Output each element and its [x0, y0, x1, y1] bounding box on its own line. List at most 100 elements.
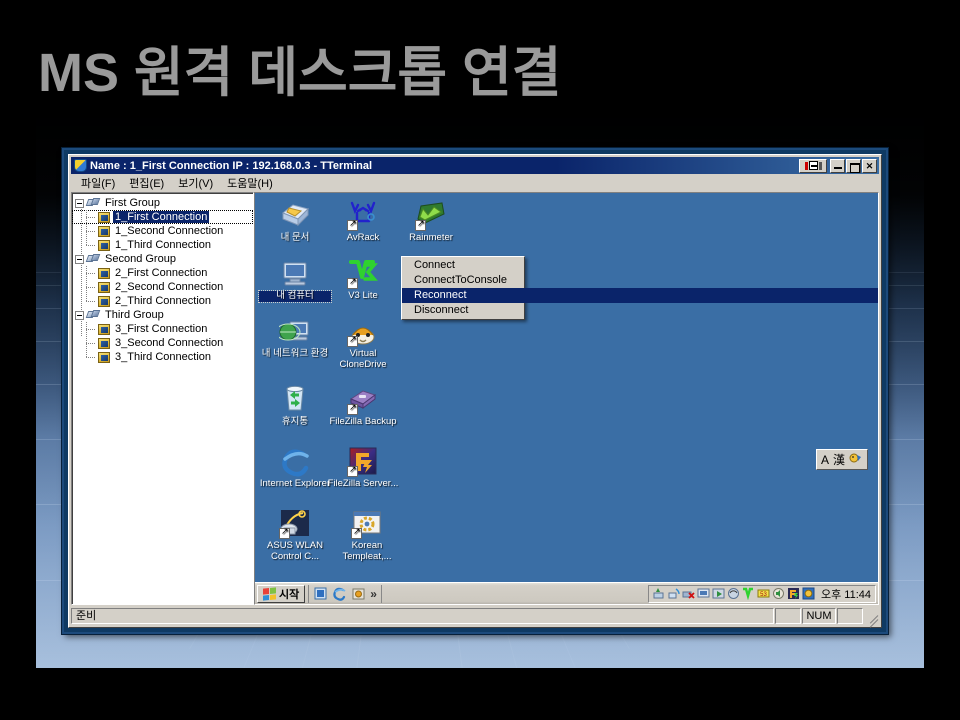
menu-edit[interactable]: 편집(E) [122, 174, 171, 192]
show-desktop-icon[interactable] [313, 586, 328, 601]
tree-connector [86, 238, 98, 252]
desktop-icon-avrack[interactable]: AvRack [327, 199, 399, 244]
desktop-icon-filezilla-backup[interactable]: FileZilla Backup [327, 383, 399, 428]
desktop-icon-label: 내 컴퓨터 [258, 290, 332, 303]
taskbar-clock[interactable]: 오후 11:44 [821, 586, 871, 602]
maximize-button[interactable] [846, 158, 861, 173]
shortcut-overlay-icon [347, 334, 358, 347]
menubar: 파일(F) 편집(E) 보기(V) 도움말(H) [71, 175, 879, 191]
connection-icon [98, 225, 110, 237]
shortcut-overlay-icon [279, 526, 290, 539]
tree-group-second[interactable]: Second Group [72, 252, 253, 266]
desktop-icon-filezilla-server[interactable]: FileZilla Server... [327, 445, 399, 490]
context-menu-item-connecttoconsole[interactable]: ConnectToConsole [402, 273, 524, 288]
connection-icon [98, 323, 110, 335]
start-button[interactable]: 시작 [257, 584, 306, 603]
network-error-icon[interactable] [682, 587, 695, 600]
minimize-button[interactable] [830, 158, 845, 173]
remote-desktop-view[interactable]: 내 문서 ↗ AvRack ↗ Rainmeter 내 컴퓨터 ↗ V3 Lit… [254, 192, 879, 605]
expand-collapse-icon[interactable] [75, 310, 84, 320]
context-menu[interactable]: Connect ConnectToConsole Reconnect Disco… [401, 256, 878, 320]
tree-item-3-second[interactable]: 3_Second Connection [72, 336, 253, 350]
status-pane-1 [775, 608, 801, 624]
v3-lite-icon[interactable] [742, 587, 755, 601]
tree-group-third[interactable]: Third Group [72, 308, 253, 322]
desktop-icon-label: V3 Lite [348, 290, 378, 301]
system-tray: 53 오후 11:44 [647, 584, 876, 603]
media-icon[interactable] [712, 587, 725, 600]
tree-item-2-third[interactable]: 2_Third Connection [72, 294, 253, 308]
menu-view[interactable]: 보기(V) [171, 174, 220, 192]
ime-pad-icon[interactable] [848, 452, 864, 468]
tree-item-1-first[interactable]: 1_First Connection [72, 210, 253, 224]
remote-desktop-surface[interactable]: 내 문서 ↗ AvRack ↗ Rainmeter 내 컴퓨터 ↗ V3 Lit… [255, 193, 878, 582]
tree-connector [86, 266, 98, 280]
window-title: Name : 1_First Connection IP : 192.168.0… [90, 159, 373, 172]
desktop-icon-asus-wlan[interactable]: ASUS WLAN Control C... [255, 507, 335, 562]
v3-lite-icon [347, 257, 379, 289]
status-text: 준비 [71, 608, 774, 624]
shortcut-overlay-icon [347, 402, 358, 415]
tree-item-label: 2_First Connection [115, 267, 208, 279]
display-icon[interactable] [697, 587, 710, 600]
tree-item-1-second[interactable]: 1_Second Connection [72, 224, 253, 238]
filezilla-icon[interactable] [787, 587, 800, 600]
expand-collapse-icon[interactable] [75, 198, 84, 208]
s3-icon[interactable]: 53 [757, 587, 770, 600]
ime-language-bar[interactable]: A 漢 [815, 449, 868, 470]
safely-remove-icon[interactable] [652, 587, 665, 600]
menu-help[interactable]: 도움말(H) [220, 174, 280, 192]
speaker-icon[interactable] [772, 587, 785, 600]
connection-icon [98, 295, 110, 307]
desktop-icon-korean-template[interactable]: Korean Templeat,... [327, 507, 407, 562]
window-body: First Group 1_First Connection 1_Second … [71, 192, 879, 605]
expand-collapse-icon[interactable] [75, 254, 84, 264]
desktop-icon-label: FileZilla Server... [327, 478, 399, 489]
desktop-icon-label: Virtual CloneDrive [339, 348, 387, 370]
tree-item-3-first[interactable]: 3_First Connection [72, 322, 253, 336]
shield-icon[interactable] [727, 587, 740, 600]
desktop-icon-label: Korean Templeat,... [342, 540, 392, 562]
tree-item-3-third[interactable]: 3_Third Connection [72, 350, 253, 364]
window-client: Name : 1_First Connection IP : 192.168.0… [68, 154, 882, 628]
shortcut-overlay-icon [351, 526, 362, 539]
quick-launch-overflow[interactable]: » [370, 587, 377, 601]
desktop-icon-recycle-bin[interactable]: 휴지통 [259, 383, 331, 428]
desktop-icon-my-documents[interactable]: 내 문서 [259, 199, 331, 244]
filezilla-server-icon [347, 445, 379, 477]
resize-grip[interactable] [865, 608, 879, 624]
context-menu-item-reconnect[interactable]: Reconnect [402, 288, 878, 303]
desktop-icon-my-computer[interactable]: 내 컴퓨터 [258, 257, 332, 303]
filezilla-backup-icon [347, 383, 379, 415]
desktop-icon-internet-explorer[interactable]: Internet Explorer [259, 445, 331, 490]
desktop-icon-network-places[interactable]: 내 네트워크 환경 [259, 315, 331, 360]
tree-item-2-first[interactable]: 2_First Connection [72, 266, 253, 280]
desktop-icon-rainmeter[interactable]: Rainmeter [395, 199, 467, 244]
rainmeter-icon[interactable] [802, 587, 815, 600]
connection-tree[interactable]: First Group 1_First Connection 1_Second … [71, 192, 254, 605]
svg-text:53: 53 [760, 592, 767, 598]
media-player-icon[interactable] [351, 586, 366, 601]
tree-connector [86, 322, 98, 336]
context-menu-item-disconnect[interactable]: Disconnect [402, 303, 524, 318]
desktop-icon-v3-lite[interactable]: V3 Lite [327, 257, 399, 302]
tree-group-first[interactable]: First Group [72, 196, 253, 210]
tree-group-label: First Group [105, 197, 161, 209]
ime-hanja-label[interactable]: 漢 [832, 451, 846, 468]
tree-group-label: Third Group [105, 309, 164, 321]
context-menu-item-connect[interactable]: Connect [402, 258, 524, 273]
network-connection-icon[interactable] [667, 587, 680, 600]
avrack-icon [347, 199, 379, 231]
internet-explorer-icon[interactable] [332, 586, 347, 601]
group-icon [85, 253, 101, 265]
connection-icon [98, 351, 110, 363]
tree-item-2-second[interactable]: 2_Second Connection [72, 280, 253, 294]
dock-pin-button[interactable] [799, 158, 827, 173]
desktop-icon-label: 내 문서 [280, 232, 310, 243]
desktop-icon-virtual-clonedrive[interactable]: Virtual CloneDrive [327, 315, 399, 370]
ime-mode-label[interactable]: A [820, 453, 830, 467]
close-button[interactable]: ✕ [862, 158, 877, 173]
tree-item-1-third[interactable]: 1_Third Connection [72, 238, 253, 252]
titlebar-buttons: ✕ [799, 158, 877, 173]
menu-file[interactable]: 파일(F) [74, 174, 122, 192]
